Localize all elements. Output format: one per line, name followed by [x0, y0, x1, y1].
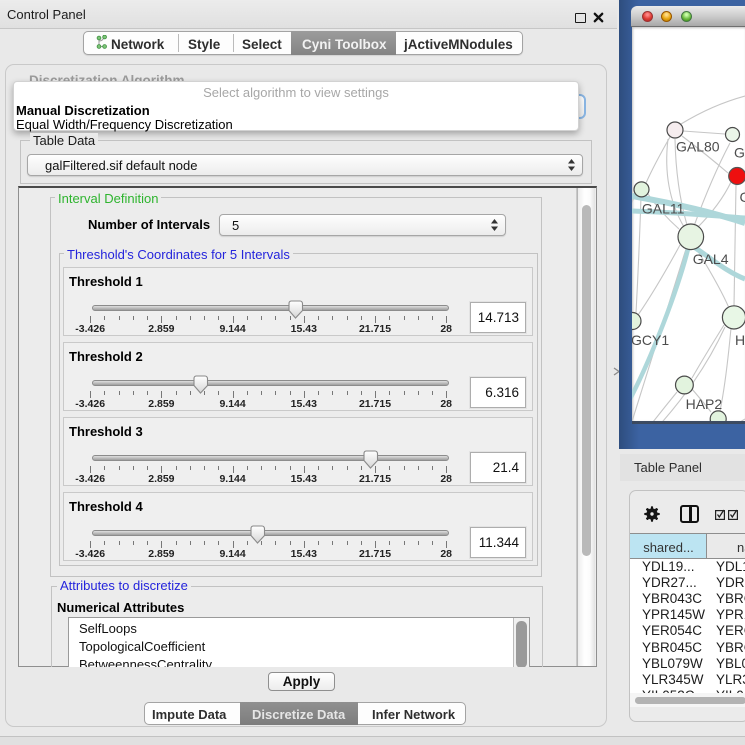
- svg-text:GCY1: GCY1: [632, 332, 669, 348]
- svg-text:H: H: [735, 332, 745, 348]
- svg-text:HAP2: HAP2: [686, 396, 723, 412]
- svg-text:GAL4: GAL4: [693, 251, 729, 267]
- svg-text:C: C: [740, 189, 745, 205]
- svg-text:GA: GA: [734, 145, 745, 161]
- svg-text:GAL80: GAL80: [676, 139, 720, 155]
- svg-text:GAL11: GAL11: [642, 200, 685, 216]
